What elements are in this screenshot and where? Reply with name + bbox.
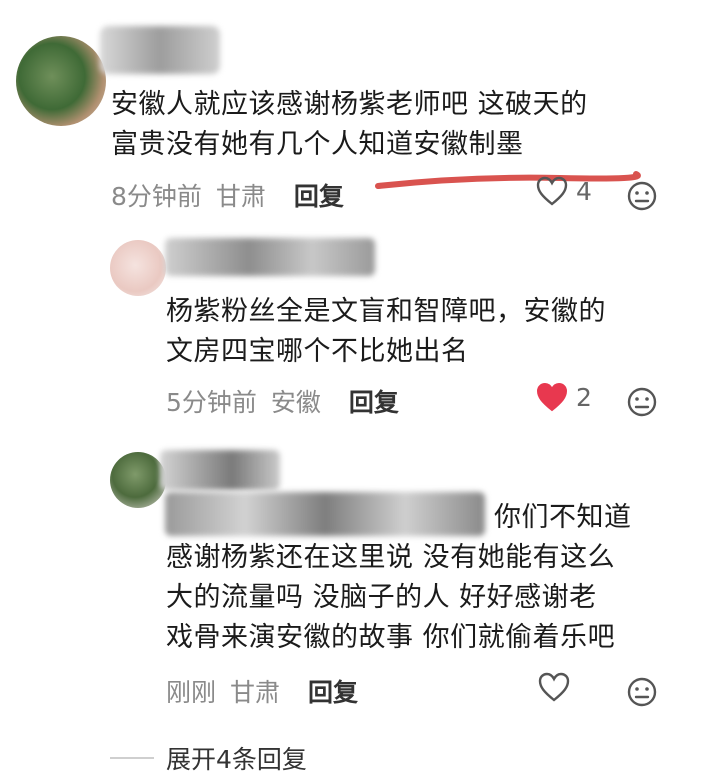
- avatar[interactable]: [110, 240, 166, 296]
- reply-button[interactable]: 回复: [308, 673, 358, 709]
- avatar[interactable]: [16, 36, 106, 126]
- location: 甘肃: [215, 182, 266, 211]
- heart-filled-icon: [536, 382, 568, 412]
- hand-drawn-underline: [375, 171, 641, 189]
- comment-text-line: 杨紫粉丝全是文盲和智障吧，安徽的: [166, 296, 606, 327]
- timestamp: 5分钟前: [166, 388, 257, 417]
- heart-icon: [536, 176, 568, 206]
- like-button[interactable]: 4: [536, 176, 592, 206]
- comment-text: 安徽人就应该感谢杨紫老师吧 这破天的 富贵没有她有几个人知道安徽制墨: [111, 85, 671, 165]
- location: 甘肃: [230, 678, 281, 707]
- expand-divider: [110, 757, 154, 759]
- avatar[interactable]: [110, 452, 166, 508]
- comment-meta: 刚刚 甘肃 回复: [166, 671, 358, 711]
- neutral-face-icon[interactable]: [626, 386, 658, 418]
- location: 安徽: [270, 388, 321, 417]
- reply-button[interactable]: 回复: [294, 177, 344, 213]
- comment-text-line: 富贵没有她有几个人知道安徽制墨: [111, 129, 524, 160]
- comment-meta: 5分钟前 安徽 回复: [166, 381, 399, 421]
- heart-icon: [538, 672, 570, 702]
- username[interactable]: [100, 26, 220, 74]
- comment-meta: 8分钟前 甘肃 回复: [111, 175, 344, 215]
- reply-button[interactable]: 回复: [349, 383, 399, 419]
- like-button[interactable]: [538, 672, 578, 702]
- timestamp: 8分钟前: [111, 182, 202, 211]
- like-count: 4: [576, 176, 592, 206]
- comment-text-line: 安徽人就应该感谢杨紫老师吧 这破天的: [111, 89, 588, 120]
- username[interactable]: [160, 450, 280, 490]
- like-button[interactable]: 2: [536, 382, 592, 412]
- comment-text-line: 你们不知道: [494, 502, 632, 533]
- comment-text: 杨紫粉丝全是文盲和智障吧，安徽的 文房四宝哪个不比她出名: [166, 292, 686, 372]
- expand-replies-button[interactable]: 展开4条回复: [166, 740, 307, 780]
- neutral-face-icon[interactable]: [626, 676, 658, 708]
- comment-text-line: 感谢杨紫还在这里说 没有她能有这么: [166, 542, 616, 573]
- timestamp: 刚刚: [166, 678, 217, 707]
- neutral-face-icon[interactable]: [626, 180, 658, 212]
- comment-text-line: 戏骨来演安徽的故事 你们就偷着乐吧: [166, 622, 616, 653]
- comment-text: 你们不知道 感谢杨紫还在这里说 没有她能有这么 大的流量吗 没脑子的人 好好感谢…: [166, 498, 686, 658]
- comment-text-line: 大的流量吗 没脑子的人 好好感谢老: [166, 582, 597, 613]
- comment-text-line: 文房四宝哪个不比她出名: [166, 336, 469, 367]
- like-count: 2: [576, 382, 592, 412]
- username[interactable]: [165, 238, 375, 276]
